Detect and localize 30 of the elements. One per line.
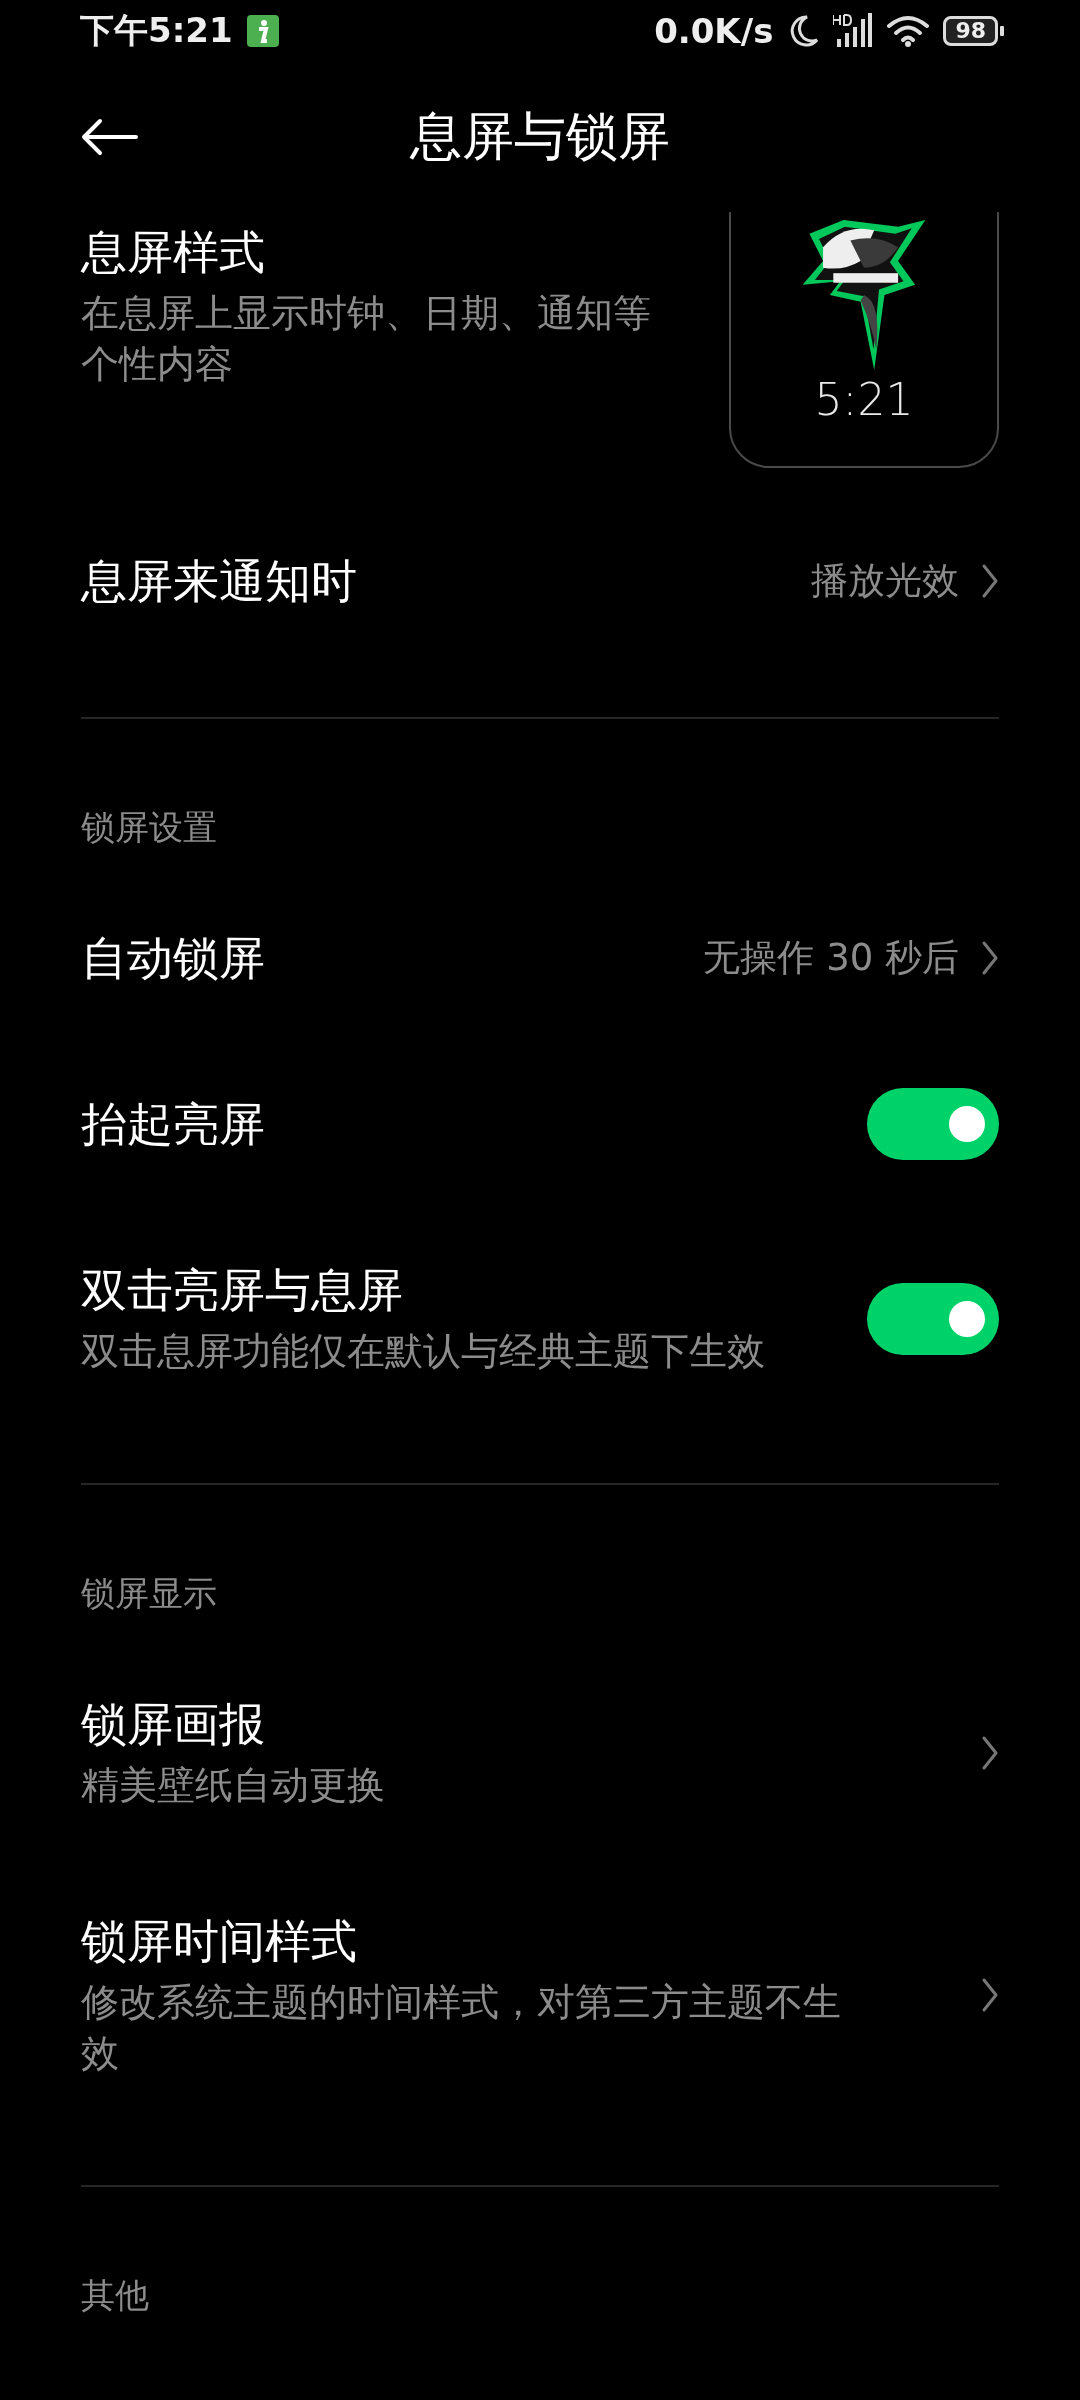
- section-header: 锁屏设置: [81, 806, 218, 849]
- section-header: 其他: [81, 2274, 150, 2317]
- chevron-right-icon: [981, 1734, 999, 1771]
- chevron-right-icon: [981, 940, 999, 976]
- style-preview-card[interactable]: 5:21: [729, 212, 999, 468]
- setting-title[interactable]: 锁屏画报: [81, 1694, 385, 1754]
- setting-title: 抬起亮屏: [81, 1096, 265, 1153]
- setting-title[interactable]: 自动锁屏: [81, 928, 265, 988]
- status-time: 下午5:21: [80, 9, 233, 52]
- chevron-right-icon: [981, 563, 999, 599]
- shark-logo-icon: [802, 220, 926, 370]
- info-icon: [246, 15, 279, 47]
- setting-title[interactable]: 息屏来通知时: [81, 551, 357, 611]
- setting-value: 无操作 30 秒后: [703, 935, 959, 981]
- preview-clock: 5:21: [814, 374, 914, 425]
- section-header: 锁屏显示: [81, 1572, 218, 1615]
- setting-title: 双击亮屏与息屏: [81, 1262, 404, 1319]
- setting-description: 修改系统主题的时间样式，对第三方主题不生效: [81, 1979, 842, 2077]
- signal-icon: [833, 13, 874, 49]
- setting-description: 双击息屏功能仅在默认与经典主题下生效: [81, 1328, 765, 1375]
- setting-description: 精美壁纸自动更换: [81, 1762, 385, 1809]
- setting-title[interactable]: 锁屏时间样式: [81, 1911, 846, 1971]
- setting-value: 播放光效: [811, 558, 959, 604]
- setting-title: 息屏样式: [81, 224, 266, 281]
- network-speed: 0.0K/s: [654, 11, 774, 51]
- chevron-right-icon: [981, 1977, 999, 2013]
- battery-level: 98: [943, 16, 998, 46]
- setting-description: 在息屏上显示时钟、日期、通知等个性内容: [81, 290, 652, 388]
- page-title: 息屏与锁屏: [410, 105, 670, 168]
- wifi-icon: [887, 15, 930, 47]
